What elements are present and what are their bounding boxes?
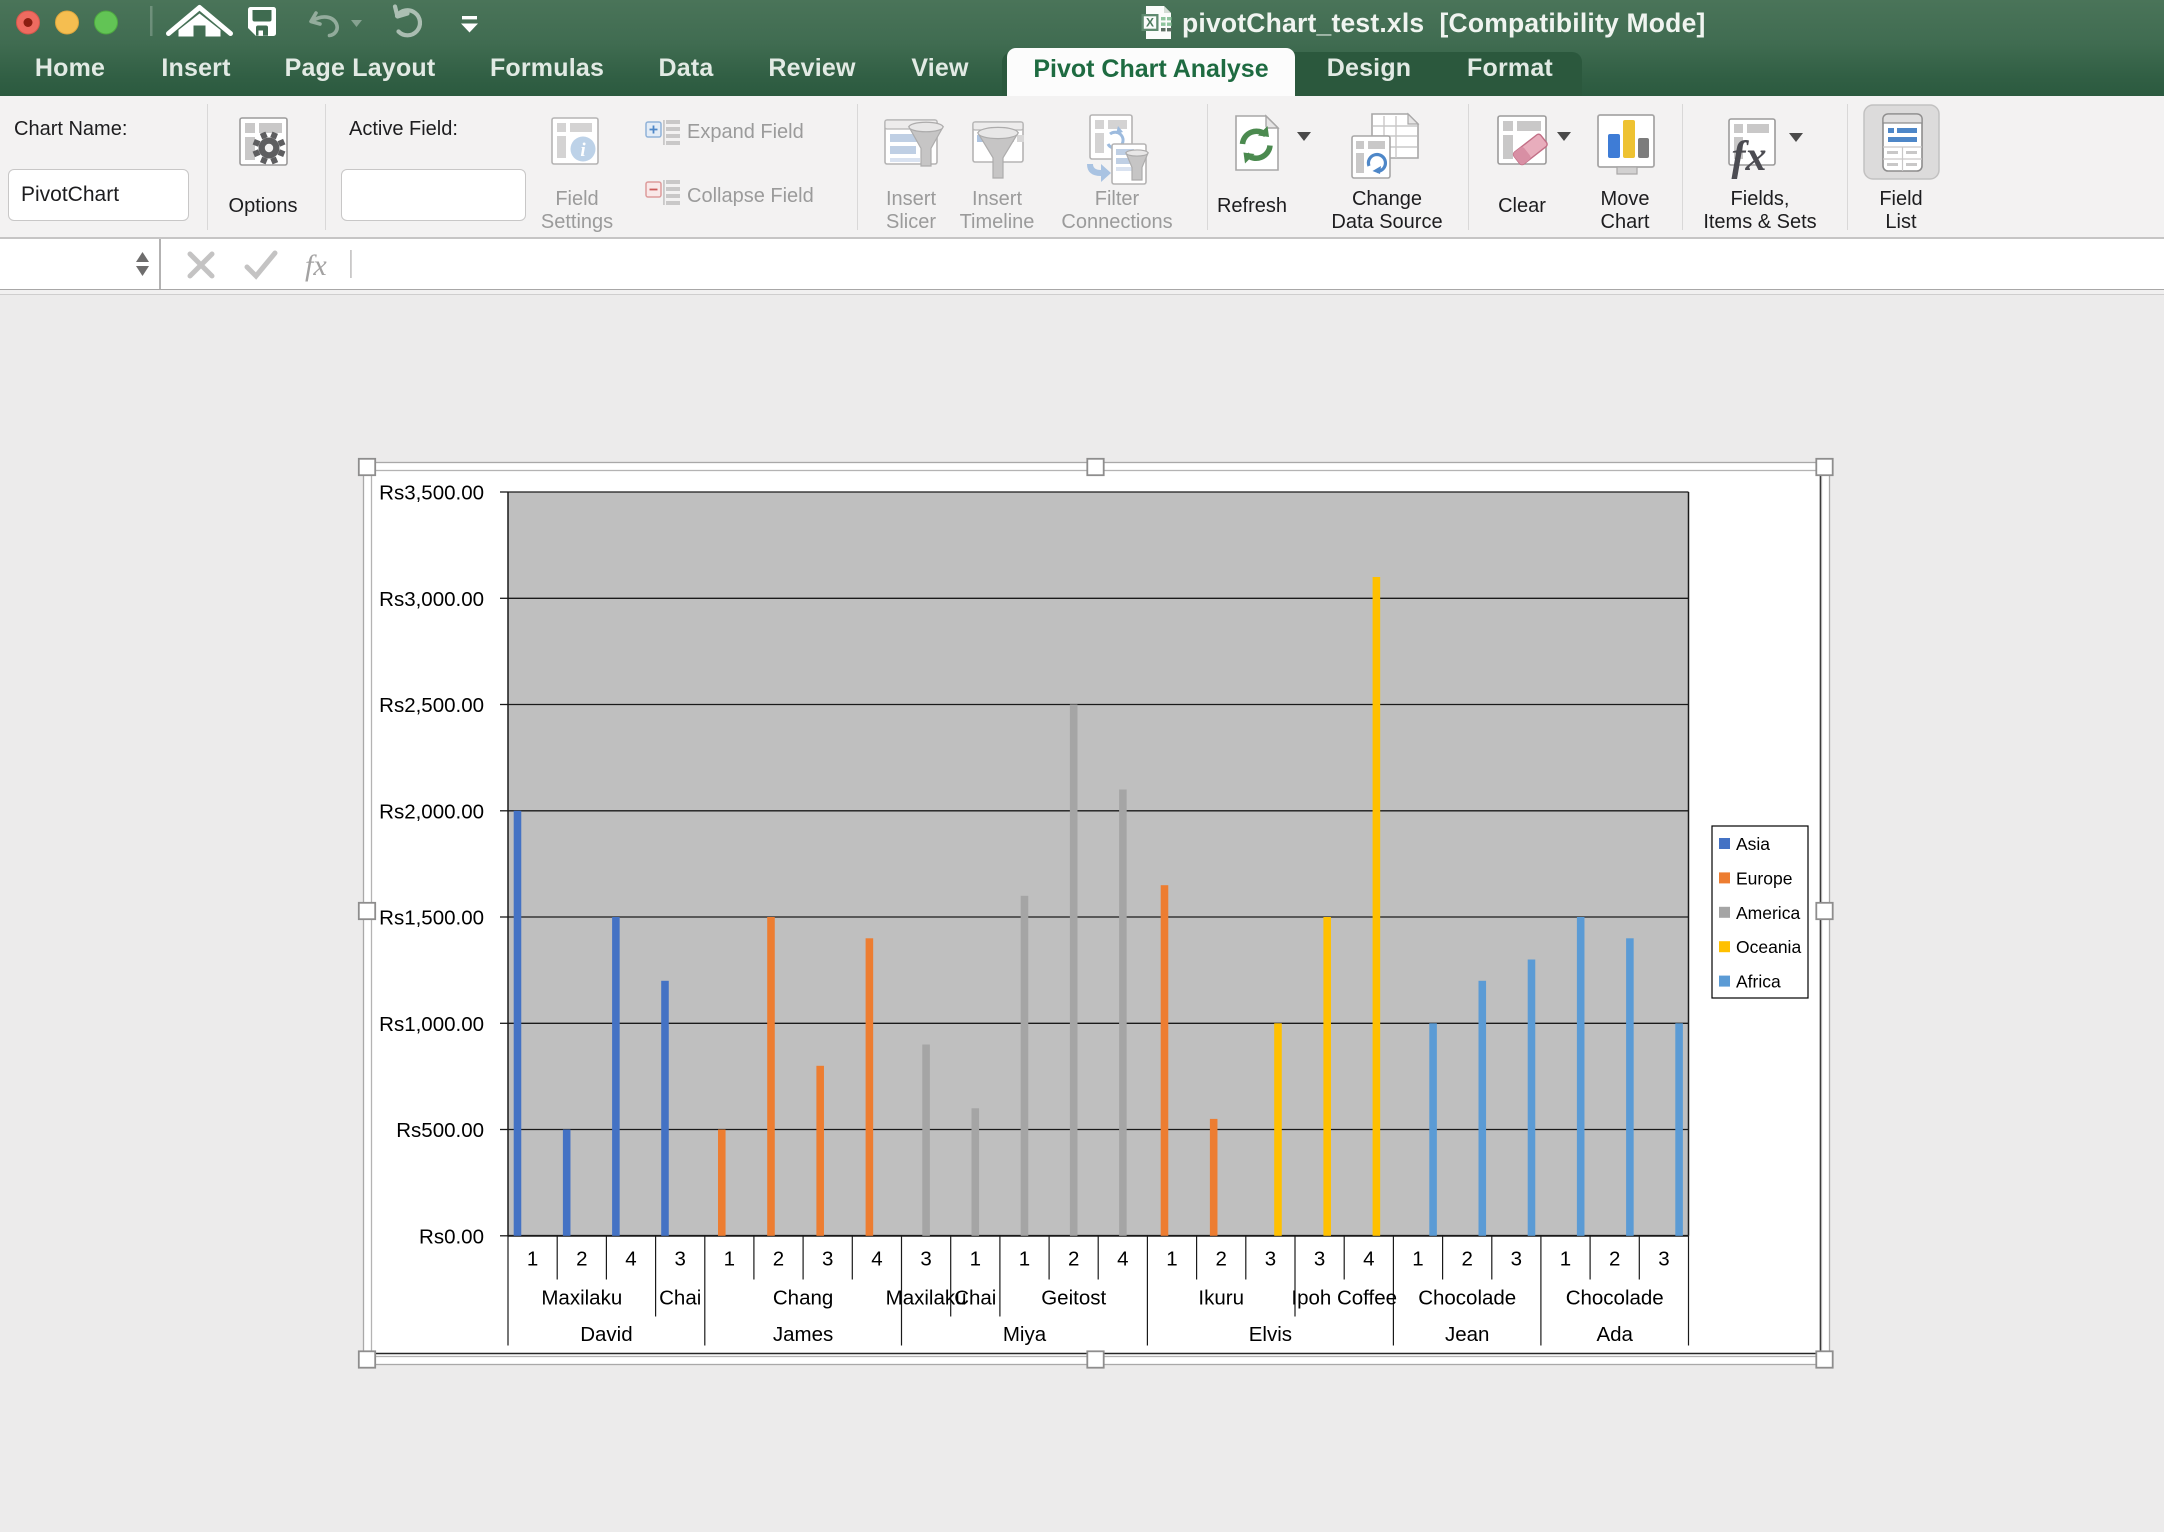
svg-text:2: 2 — [1215, 1248, 1226, 1271]
svg-text:3: 3 — [822, 1248, 833, 1271]
svg-text:Chai: Chai — [954, 1287, 996, 1310]
svg-text:David: David — [580, 1323, 632, 1346]
svg-text:Rs2,500.00: Rs2,500.00 — [379, 694, 484, 717]
svg-text:3: 3 — [1511, 1248, 1522, 1271]
svg-text:1: 1 — [1560, 1248, 1571, 1271]
svg-text:1: 1 — [527, 1248, 538, 1271]
svg-text:Oceania: Oceania — [1736, 937, 1801, 957]
svg-text:Jean: Jean — [1445, 1323, 1489, 1346]
svg-text:Miya: Miya — [1003, 1323, 1047, 1346]
svg-text:1: 1 — [724, 1248, 735, 1271]
svg-text:2: 2 — [1461, 1248, 1472, 1271]
svg-text:Chocolade: Chocolade — [1418, 1287, 1516, 1310]
svg-text:Rs2,000.00: Rs2,000.00 — [379, 800, 484, 823]
svg-text:Chang: Chang — [773, 1287, 833, 1310]
svg-text:4: 4 — [871, 1248, 882, 1271]
svg-text:Maxilaku: Maxilaku — [541, 1287, 622, 1310]
svg-text:Chocolade: Chocolade — [1566, 1287, 1664, 1310]
svg-text:Africa: Africa — [1736, 972, 1781, 992]
svg-text:2: 2 — [1609, 1248, 1620, 1271]
svg-text:2: 2 — [1068, 1248, 1079, 1271]
svg-text:Ipoh Coffee: Ipoh Coffee — [1291, 1287, 1397, 1310]
svg-text:Rs0.00: Rs0.00 — [419, 1225, 484, 1248]
svg-text:1: 1 — [1166, 1248, 1177, 1271]
svg-text:America: America — [1736, 903, 1800, 923]
svg-text:Ada: Ada — [1596, 1323, 1633, 1346]
svg-text:3: 3 — [1658, 1248, 1669, 1271]
svg-text:Rs3,000.00: Rs3,000.00 — [379, 588, 484, 611]
svg-text:Elvis: Elvis — [1249, 1323, 1292, 1346]
svg-text:2: 2 — [576, 1248, 587, 1271]
svg-text:Rs3,500.00: Rs3,500.00 — [379, 482, 484, 505]
svg-text:Rs500.00: Rs500.00 — [396, 1119, 484, 1142]
svg-text:1: 1 — [970, 1248, 981, 1271]
svg-text:3: 3 — [1265, 1248, 1276, 1271]
svg-text:4: 4 — [625, 1248, 636, 1271]
svg-text:James: James — [773, 1323, 833, 1346]
svg-text:Geitost: Geitost — [1041, 1287, 1106, 1310]
svg-text:Rs1,500.00: Rs1,500.00 — [379, 907, 484, 930]
svg-text:3: 3 — [674, 1248, 685, 1271]
svg-text:3: 3 — [920, 1248, 931, 1271]
svg-text:1: 1 — [1412, 1248, 1423, 1271]
svg-text:4: 4 — [1363, 1248, 1374, 1271]
svg-text:Europe: Europe — [1736, 868, 1792, 888]
svg-text:Asia: Asia — [1736, 834, 1770, 854]
svg-text:1: 1 — [1019, 1248, 1030, 1271]
svg-text:2: 2 — [773, 1248, 784, 1271]
svg-text:Rs1,000.00: Rs1,000.00 — [379, 1013, 484, 1036]
svg-text:4: 4 — [1117, 1248, 1128, 1271]
svg-text:Chai: Chai — [659, 1287, 701, 1310]
svg-text:3: 3 — [1314, 1248, 1325, 1271]
svg-text:Ikuru: Ikuru — [1198, 1287, 1244, 1310]
